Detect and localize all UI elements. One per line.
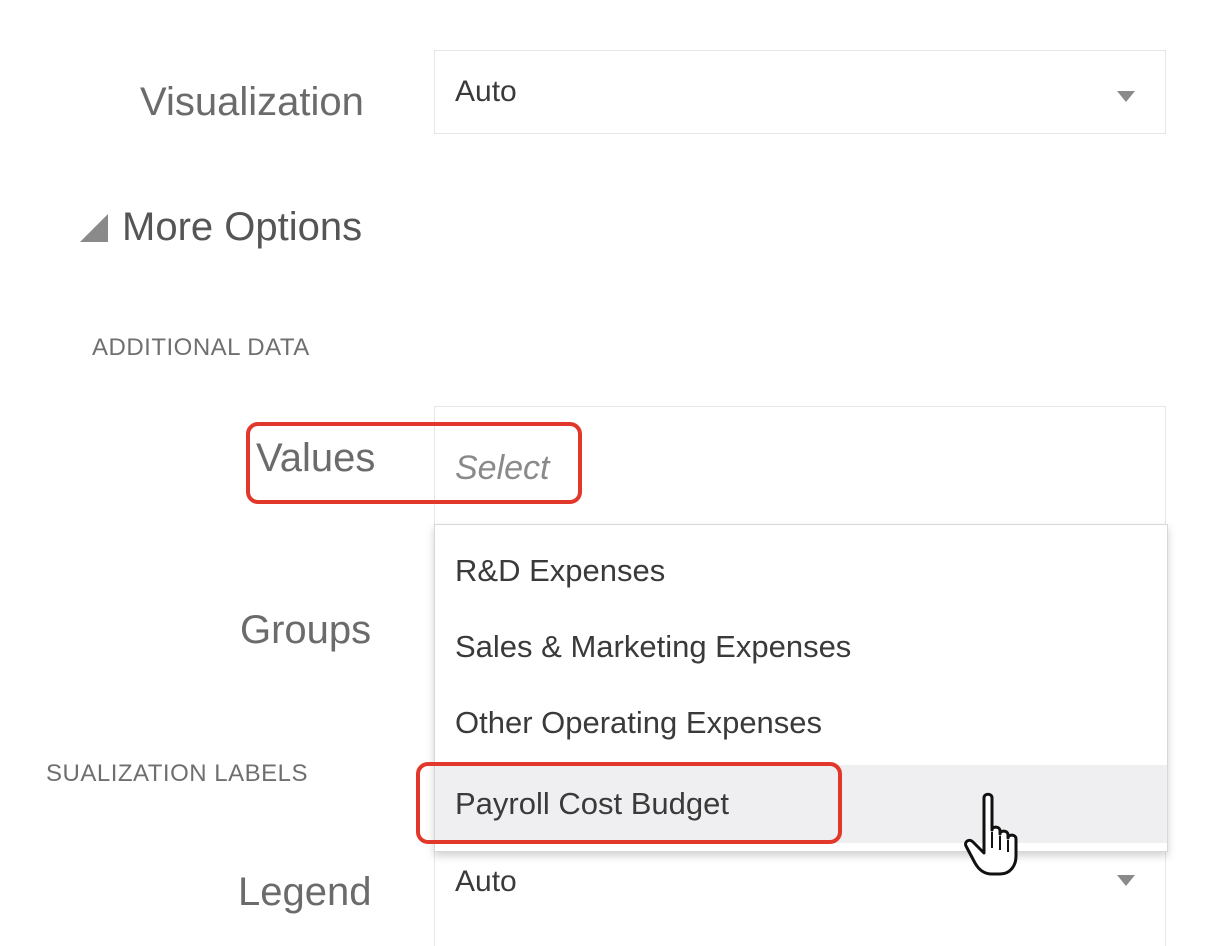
legend-select[interactable]: Auto: [434, 848, 1166, 946]
chevron-down-icon: [1117, 875, 1135, 886]
more-options-toggle[interactable]: More Options: [80, 205, 362, 250]
dropdown-option-label: R&D Expenses: [455, 553, 666, 588]
more-options-label: More Options: [122, 205, 363, 249]
groups-label: Groups: [240, 608, 372, 652]
payroll-option-highlight-box: [416, 762, 842, 844]
hand-pointer-icon: [964, 792, 1018, 876]
visualization-select-value: Auto: [455, 75, 517, 108]
dropdown-option-other-operating-expenses[interactable]: Other Operating Expenses: [435, 685, 1167, 761]
triangle-icon: [80, 213, 108, 242]
legend-label: Legend: [238, 870, 372, 914]
visualization-select[interactable]: Auto: [434, 50, 1166, 134]
visualization-labels-heading: SUALIZATION LABELS: [46, 760, 308, 787]
visualization-label: Visualization: [140, 80, 364, 124]
dropdown-option-label: Other Operating Expenses: [455, 705, 823, 740]
chevron-down-icon: [1117, 91, 1135, 102]
additional-data-heading: ADDITIONAL DATA: [92, 334, 310, 361]
dropdown-option-sales-marketing-expenses[interactable]: Sales & Marketing Expenses: [435, 609, 1167, 685]
legend-select-value: Auto: [455, 865, 517, 898]
dropdown-option-rd-expenses[interactable]: R&D Expenses: [435, 533, 1167, 609]
dropdown-option-label: Sales & Marketing Expenses: [455, 629, 852, 664]
chart-properties-panel: Visualization Auto More Options ADDITION…: [0, 0, 1208, 946]
values-highlight-box: [246, 422, 582, 504]
